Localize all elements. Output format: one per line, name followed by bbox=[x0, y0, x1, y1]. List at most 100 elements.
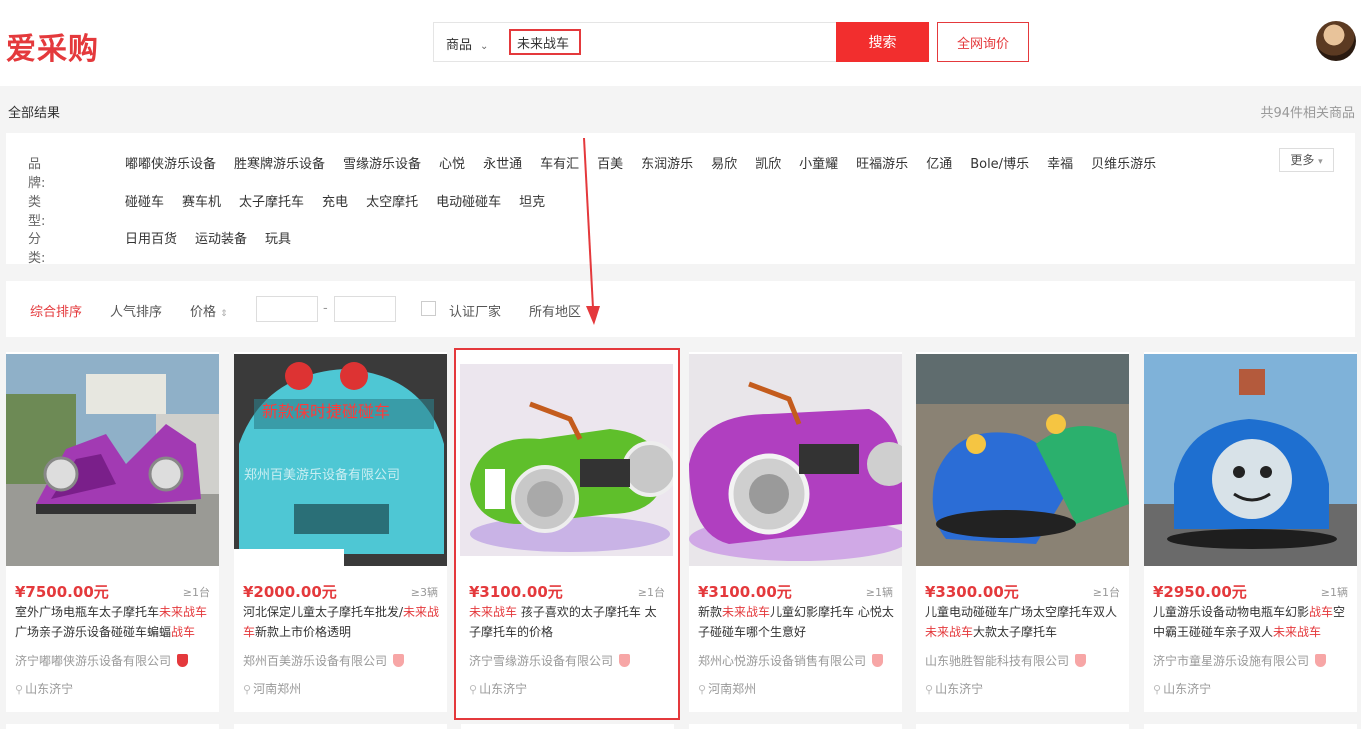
title-keyword: 未来战车 bbox=[469, 605, 518, 619]
sort-bar: 综合排序 人气排序 价格 ⇕ - 认证厂家 所有地区 bbox=[6, 281, 1355, 337]
product-card[interactable]: ¥7500.00元 ≥1台 室外广场电瓶车太子摩托车未来战车广场亲子游乐设备碰碰… bbox=[6, 352, 219, 712]
product-title[interactable]: 未来战车 孩子喜欢的太子摩托车 太子摩托车的价格 bbox=[469, 602, 667, 642]
certified-checkbox[interactable] bbox=[421, 301, 436, 316]
inquiry-button[interactable]: 全网询价 bbox=[937, 22, 1029, 62]
location-pin-icon: ⚲ bbox=[925, 683, 934, 696]
filter-type-item-0[interactable]: 碰碰车 bbox=[125, 195, 164, 210]
search-type-label: 商品 bbox=[446, 38, 473, 53]
more-brands-button[interactable]: 更多 ▾ bbox=[1279, 148, 1334, 172]
filter-brand-item-9[interactable]: 凯欣 bbox=[755, 157, 781, 172]
filter-label-type: 类型: bbox=[28, 195, 46, 229]
filter-type-item-1[interactable]: 赛车机 bbox=[182, 195, 221, 210]
product-card[interactable]: 新款保时捷碰碰车 郑州百美游乐设备有限公司 ¥2000.00元 ≥3辆 河北保定… bbox=[234, 352, 447, 712]
title-text: 河北保定儿童太子摩托车批发/ bbox=[243, 605, 404, 619]
title-text: 新款 bbox=[698, 605, 723, 619]
filter-brand-item-7[interactable]: 东润游乐 bbox=[641, 157, 693, 172]
filter-brand-item-10[interactable]: 小童耀 bbox=[799, 157, 838, 172]
title-text: 大款太子摩托车 bbox=[973, 625, 1058, 639]
seller-name[interactable]: 济宁市童星游乐设施有限公司 bbox=[1153, 652, 1327, 669]
seller-name-text: 济宁市童星游乐设施有限公司 bbox=[1153, 654, 1310, 668]
seller-name[interactable]: 山东驰胜智能科技有限公司 bbox=[925, 652, 1087, 669]
top-header: 爱采购 商品 ⌄ 未来战车 搜索 全网询价 bbox=[0, 0, 1361, 86]
product-price: ¥3300.00元 bbox=[925, 583, 1019, 601]
seller-name-text: 济宁嘟嘟侠游乐设备有限公司 bbox=[15, 654, 172, 668]
chevron-down-icon: ▾ bbox=[1318, 157, 1323, 167]
sort-price[interactable]: 价格 ⇕ bbox=[190, 301, 228, 320]
product-location: ⚲ 山东济宁 bbox=[469, 680, 527, 697]
title-text: 室外广场电瓶车太子摩托车 bbox=[15, 605, 160, 619]
product-card[interactable]: ¥3300.00元 ≥1台 儿童电动碰碰车广场太空摩托车双人未来战车大款太子摩托… bbox=[916, 352, 1129, 712]
product-title[interactable]: 河北保定儿童太子摩托车批发/未来战车新款上市价格透明 bbox=[243, 602, 441, 642]
search-button[interactable]: 搜索 bbox=[836, 22, 929, 62]
product-location: ⚲ 河南郑州 bbox=[243, 680, 301, 697]
location-text: 山东济宁 bbox=[935, 682, 984, 696]
seller-name[interactable]: 郑州心悦游乐设备销售有限公司 bbox=[698, 652, 884, 669]
title-keyword: 战车 bbox=[171, 625, 196, 639]
filter-type-item-5[interactable]: 电动碰碰车 bbox=[436, 195, 501, 210]
seller-name-text: 山东驰胜智能科技有限公司 bbox=[925, 654, 1070, 668]
results-bar: 全部结果 共94件相关商品 bbox=[0, 86, 1361, 130]
avatar[interactable] bbox=[1316, 21, 1356, 61]
filter-category-item-1[interactable]: 运动装备 bbox=[195, 232, 247, 247]
filter-type-item-2[interactable]: 太子摩托车 bbox=[239, 195, 304, 210]
filter-type-item-3[interactable]: 充电 bbox=[322, 195, 348, 210]
seller-name[interactable]: 济宁雪缘游乐设备有限公司 bbox=[469, 652, 631, 669]
product-image[interactable]: 新款保时捷碰碰车 郑州百美游乐设备有限公司 bbox=[234, 354, 447, 566]
filter-brand-item-4[interactable]: 永世通 bbox=[483, 157, 522, 172]
filter-brand-item-5[interactable]: 车有汇 bbox=[540, 157, 579, 172]
verified-badge-icon bbox=[177, 654, 189, 667]
product-title[interactable]: 儿童游乐设备动物电瓶车幻影战车空中霸王碰碰车亲子双人未来战车 bbox=[1153, 602, 1351, 642]
product-image[interactable] bbox=[460, 364, 673, 556]
sort-comprehensive[interactable]: 综合排序 bbox=[30, 301, 82, 320]
site-logo[interactable]: 爱采购 bbox=[6, 24, 99, 68]
product-image[interactable] bbox=[1144, 354, 1357, 566]
title-text: 儿童游乐设备动物电瓶车幻影 bbox=[1153, 605, 1310, 619]
seller-name[interactable]: 济宁嘟嘟侠游乐设备有限公司 bbox=[15, 652, 189, 669]
search-input[interactable]: 未来战车 bbox=[509, 29, 581, 55]
filter-brand-item-8[interactable]: 易欣 bbox=[711, 157, 737, 172]
filter-brand-item-3[interactable]: 心悦 bbox=[439, 157, 465, 172]
product-price: ¥2950.00元 bbox=[1153, 583, 1247, 601]
location-pin-icon: ⚲ bbox=[243, 683, 252, 696]
certified-label[interactable]: 认证厂家 bbox=[449, 301, 501, 320]
price-min-input[interactable] bbox=[256, 296, 318, 322]
filter-brand-item-12[interactable]: 亿通 bbox=[926, 157, 952, 172]
product-card[interactable]: ¥3100.00元 ≥1辆 新款未来战车儿童幻影摩托车 心悦太子碰碰车哪个生意好… bbox=[689, 352, 902, 712]
sort-price-label: 价格 bbox=[190, 305, 217, 320]
filter-brand-item-14[interactable]: 幸福 bbox=[1047, 157, 1073, 172]
search-box: 商品 ⌄ 未来战车 bbox=[433, 22, 837, 62]
product-title[interactable]: 室外广场电瓶车太子摩托车未来战车广场亲子游乐设备碰碰车蝙蝠战车 bbox=[15, 602, 213, 642]
product-card[interactable]: ¥2950.00元 ≥1辆 儿童游乐设备动物电瓶车幻影战车空中霸王碰碰车亲子双人… bbox=[1144, 352, 1357, 712]
verified-badge-icon bbox=[1075, 654, 1087, 667]
filter-brand-item-13[interactable]: Bole/博乐 bbox=[970, 157, 1029, 172]
filter-brand-item-15[interactable]: 贝维乐游乐 bbox=[1091, 157, 1156, 172]
filter-brand-item-0[interactable]: 嘟嘟侠游乐设备 bbox=[125, 157, 216, 172]
filter-brand-item-1[interactable]: 胜寒牌游乐设备 bbox=[234, 157, 325, 172]
filter-items-category: 日用百货 运动装备 玩具 bbox=[125, 228, 309, 247]
title-text: 儿童电动碰碰车广场太空摩托车双人 bbox=[925, 605, 1118, 619]
filter-brand-item-2[interactable]: 雪缘游乐设备 bbox=[343, 157, 421, 172]
search-type-select[interactable]: 商品 ⌄ bbox=[446, 34, 488, 53]
filter-type-item-4[interactable]: 太空摩托 bbox=[366, 195, 418, 210]
price-max-input[interactable] bbox=[334, 296, 396, 322]
filter-label-brand: 品牌: bbox=[28, 157, 46, 191]
seller-name[interactable]: 郑州百美游乐设备有限公司 bbox=[243, 652, 405, 669]
product-image[interactable] bbox=[6, 354, 219, 566]
product-min-qty: ≥3辆 bbox=[410, 586, 438, 599]
price-range-dash: - bbox=[323, 301, 328, 316]
filter-type-item-6[interactable]: 坦克 bbox=[519, 195, 545, 210]
region-select[interactable]: 所有地区 bbox=[529, 301, 581, 320]
filter-brand-item-6[interactable]: 百美 bbox=[597, 157, 623, 172]
verified-badge-icon bbox=[872, 654, 884, 667]
product-price: ¥7500.00元 bbox=[15, 583, 109, 601]
product-title[interactable]: 新款未来战车儿童幻影摩托车 心悦太子碰碰车哪个生意好 bbox=[698, 602, 896, 642]
title-keyword: 未来战车 bbox=[925, 625, 974, 639]
filter-category-item-2[interactable]: 玩具 bbox=[265, 232, 291, 247]
product-title[interactable]: 儿童电动碰碰车广场太空摩托车双人未来战车大款太子摩托车 bbox=[925, 602, 1123, 642]
filter-brand-item-11[interactable]: 旺福游乐 bbox=[856, 157, 908, 172]
product-image[interactable] bbox=[689, 354, 902, 566]
product-image[interactable] bbox=[916, 354, 1129, 566]
sort-popularity[interactable]: 人气排序 bbox=[110, 301, 162, 320]
product-card-highlighted[interactable]: ¥3100.00元 ≥1台 未来战车 孩子喜欢的太子摩托车 太子摩托车的价格 济… bbox=[454, 348, 680, 720]
filter-category-item-0[interactable]: 日用百货 bbox=[125, 232, 177, 247]
